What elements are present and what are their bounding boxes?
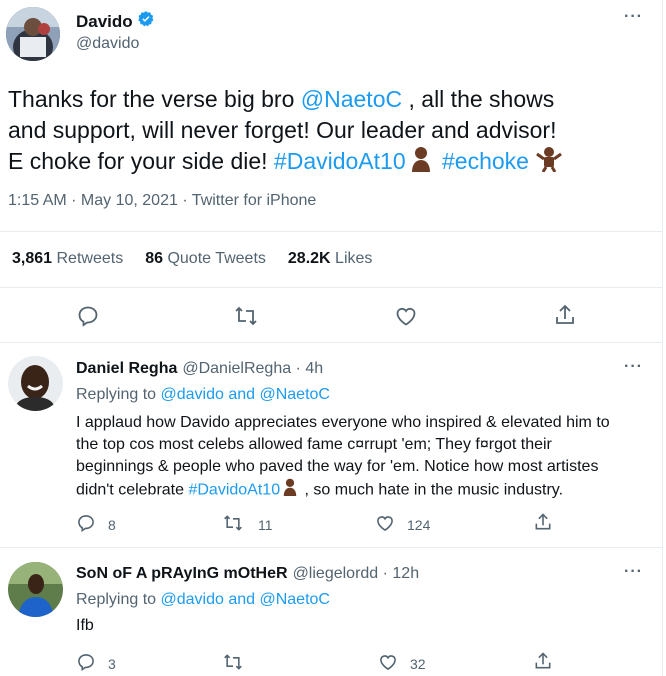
reply-count: 8 — [108, 516, 116, 533]
replying-to-link[interactable]: @davido and @NaetoC — [161, 386, 330, 403]
retweet-action[interactable]: 11 — [222, 513, 273, 536]
tweet-text-segment: Thanks for the verse big bro — [8, 86, 301, 112]
share-icon[interactable] — [533, 512, 553, 537]
share-icon[interactable] — [553, 303, 577, 332]
avatar[interactable] — [8, 356, 63, 411]
verified-badge-icon — [137, 10, 155, 33]
retweet-icon[interactable] — [222, 513, 244, 536]
replying-to: Replying to @davido and @NaetoC — [76, 386, 330, 404]
tweet-text-segment: E choke for your side die! — [8, 148, 274, 175]
hashtag-link[interactable]: #DavidoAt10 — [274, 148, 406, 174]
reply-text-line: beginnings & people who paved the way fo… — [76, 458, 599, 475]
replying-to-label: Replying to — [76, 386, 161, 403]
display-name[interactable]: Daniel Regha — [76, 360, 177, 378]
hashtag-link[interactable]: #echoke — [442, 148, 529, 174]
retweet-action[interactable] — [222, 652, 258, 675]
like-count: 124 — [407, 516, 431, 533]
hashtag-link[interactable]: #DavidoAt10 — [188, 482, 280, 499]
reply-text: Ifb — [76, 617, 94, 634]
retweet-icon[interactable] — [222, 652, 244, 675]
person-emoji-icon — [410, 146, 432, 180]
divider — [0, 287, 662, 288]
reply-action[interactable]: 8 — [76, 513, 116, 536]
reply-text-segment: , so much hate in the music industry. — [300, 481, 564, 499]
tweet-text: Thanks for the verse big bro @NaetoC , a… — [8, 84, 658, 180]
person-emoji-icon — [282, 478, 298, 503]
like-icon[interactable] — [378, 652, 398, 675]
like-icon[interactable] — [394, 304, 418, 333]
replying-to-link[interactable]: @davido and @NaetoC — [161, 591, 330, 608]
like-count: 32 — [410, 655, 426, 672]
tweet-thread: Davido @davido ··· Thanks for the verse … — [0, 0, 663, 676]
dancing-emoji-icon — [535, 146, 563, 180]
reply-icon[interactable] — [76, 652, 96, 675]
tweet-stats: 3,861 Retweets 86 Quote Tweets 28.2K Lik… — [12, 250, 372, 268]
mention-link[interactable]: @NaetoC — [301, 86, 402, 112]
tweet-text-line: and support, will never forget! Our lead… — [8, 117, 557, 143]
more-icon[interactable]: ··· — [624, 8, 643, 26]
divider — [0, 547, 662, 548]
more-icon[interactable]: ··· — [624, 563, 643, 581]
reply-text: I applaud how Davido appreciates everyon… — [76, 412, 656, 503]
display-name[interactable]: Davido — [76, 12, 133, 32]
handle[interactable]: @davido — [76, 35, 139, 53]
like-action[interactable]: 32 — [378, 652, 426, 675]
tweet-timestamp[interactable]: 1:15 AM · May 10, 2021 · Twitter for iPh… — [8, 192, 316, 210]
divider — [0, 342, 662, 343]
display-name[interactable]: SoN oF A pRAyInG mOtHeR — [76, 565, 288, 583]
replying-to: Replying to @davido and @NaetoC — [76, 591, 330, 609]
reply-text-line: I applaud how Davido appreciates everyon… — [76, 414, 610, 431]
share-icon[interactable] — [533, 651, 553, 676]
avatar[interactable] — [6, 7, 60, 61]
like-icon[interactable] — [375, 513, 395, 536]
reply-count: 3 — [108, 655, 116, 672]
more-icon[interactable]: ··· — [624, 358, 643, 376]
reply-text-segment: didn't celebrate — [76, 481, 189, 499]
retweet-count: 11 — [258, 516, 273, 533]
handle[interactable]: @DanielRegha · 4h — [182, 360, 323, 378]
retweets-stat[interactable]: 3,861 Retweets — [12, 250, 123, 268]
avatar[interactable] — [8, 562, 63, 617]
tweet-text-segment: , all the shows — [402, 86, 555, 112]
likes-stat[interactable]: 28.2K Likes — [288, 250, 373, 268]
reply-text-line: the top cos most celebs allowed fame c¤r… — [76, 436, 552, 453]
handle[interactable]: @liegelordd · 12h — [293, 565, 420, 583]
reply-icon[interactable] — [76, 304, 100, 333]
reply-action[interactable]: 3 — [76, 652, 116, 675]
replying-to-label: Replying to — [76, 591, 161, 608]
quote-tweets-stat[interactable]: 86 Quote Tweets — [145, 250, 266, 268]
reply-icon[interactable] — [76, 513, 96, 536]
retweet-icon[interactable] — [233, 304, 259, 333]
like-action[interactable]: 124 — [375, 513, 430, 536]
divider — [0, 231, 662, 232]
